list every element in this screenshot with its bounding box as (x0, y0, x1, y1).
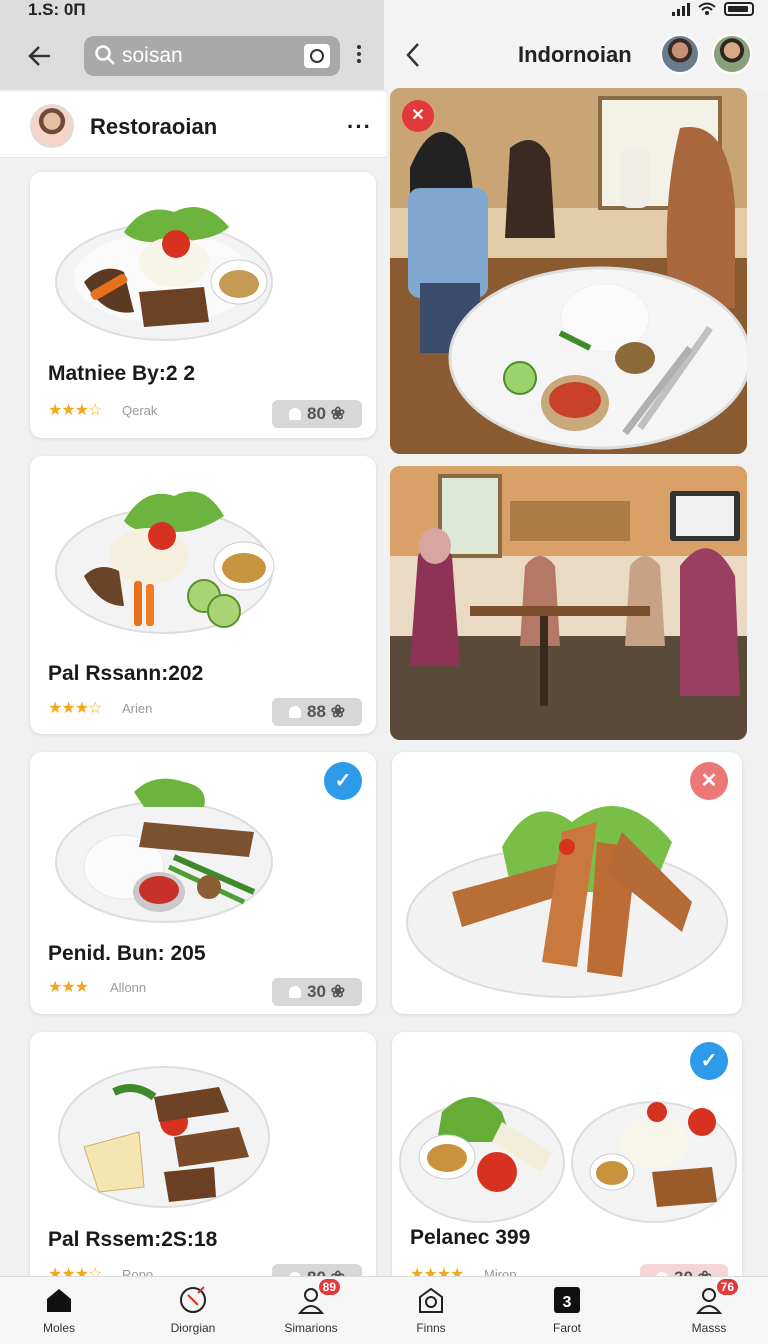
nav-item-simarions[interactable]: 89 Simarions (266, 1279, 356, 1335)
svg-text:3: 3 (563, 1294, 572, 1311)
avatar[interactable] (660, 34, 700, 74)
rating-label: Mirop (484, 1267, 517, 1276)
food-image (399, 1097, 737, 1223)
back-button[interactable] (22, 38, 58, 74)
rating-label: Arien (122, 701, 153, 716)
nav-item-finns[interactable]: Finns (386, 1285, 476, 1335)
nav-label: Moles (42, 1321, 75, 1335)
food-image (55, 491, 275, 634)
profile-name: Restoraoian (90, 114, 218, 139)
battery-icon (724, 2, 754, 16)
nav-label: Diorgian (170, 1321, 216, 1335)
nav-label: Farot (552, 1321, 581, 1335)
nav-label: Simarions (284, 1321, 338, 1335)
rating-stars: ★★★★ (410, 1266, 464, 1276)
camera-search-button[interactable] (304, 44, 330, 68)
nav-label: Masss (691, 1321, 727, 1335)
count-badge[interactable]: 30 ❀ (272, 978, 362, 1006)
rating-label: Allonn (110, 980, 147, 995)
search-text: soisan (122, 44, 183, 67)
avatar[interactable] (712, 34, 752, 74)
user-icon: 89 (296, 1279, 340, 1315)
card-title: Penid. Bun: 205 (48, 942, 206, 965)
food-image (406, 806, 728, 998)
nav-item-moles[interactable]: Moles (14, 1285, 104, 1335)
card-title: Pal Rssem:2S:18 (48, 1228, 218, 1251)
rating-stars: ★★★ (48, 979, 89, 996)
food-card[interactable]: Pal Rssann:202 ★★★☆ Arien 88 ❀ (30, 456, 376, 734)
nav-label: Finns (416, 1321, 446, 1335)
remove-badge[interactable]: ✕ (402, 100, 434, 132)
rating-label: Qerak (122, 403, 158, 418)
status-icons (672, 2, 754, 16)
arrow-left-icon (28, 46, 50, 66)
selected-check-badge[interactable]: ✓ (690, 1042, 728, 1080)
camera-icon (416, 1285, 446, 1315)
card-title: Pal Rssann:202 (48, 662, 204, 685)
count-badge[interactable]: 80 ❀ (272, 1264, 362, 1276)
count-badge[interactable]: 30 ❀ (640, 1264, 728, 1276)
nav-item-farot[interactable]: 3 Farot (522, 1285, 612, 1335)
rating-stars: ★★★☆ (48, 700, 102, 717)
count-badge[interactable]: 80 ❀ (272, 400, 362, 428)
search-icon (95, 45, 115, 65)
more-vertical-icon[interactable] (352, 42, 366, 72)
page-title: Indornoian (518, 42, 632, 67)
restaurant-scene-image (390, 88, 747, 454)
rating-label: Ropo (122, 1267, 154, 1276)
back-button-right[interactable] (404, 38, 424, 75)
food-card[interactable]: ✓ Pelanec 399 ★★★★ Mirop 30 ❀ (392, 1032, 742, 1276)
restaurant-interior-image (390, 466, 747, 740)
wifi-icon (698, 2, 716, 15)
notification-badge: 89 (318, 1279, 340, 1295)
notification-badge: 76 (716, 1279, 738, 1295)
bookmark-icon: 3 (552, 1285, 582, 1315)
nav-item-masss[interactable]: 76 Masss (664, 1279, 754, 1335)
right-header: Indornoian (384, 22, 768, 90)
card-title: Matniee By:2 2 (48, 362, 196, 385)
restaurant-photo[interactable]: ✕ (390, 88, 747, 454)
chevron-left-icon (406, 43, 419, 67)
rating-stars: ★★★☆ (48, 402, 102, 419)
food-image (55, 207, 273, 341)
search-input[interactable]: soisan (84, 36, 340, 76)
nav-item-diorgian[interactable]: Diorgian (148, 1285, 238, 1335)
signal-icon (672, 2, 690, 16)
rating-stars: ★★★☆ (48, 1266, 102, 1276)
profile-avatar (30, 104, 74, 148)
food-card[interactable]: Pal Rssem:2S:18 ★★★☆ Ropo 80 ❀ (30, 1032, 376, 1276)
food-image (58, 1066, 270, 1208)
status-time: 1.S: 0Π (28, 0, 86, 19)
food-image (55, 778, 273, 923)
restaurant-profile-row[interactable]: Restoraoian ··· (0, 92, 386, 158)
food-card[interactable]: Matniee By:2 2 ★★★☆ Qerak 80 ❀ (30, 172, 376, 438)
card-title: Pelanec 399 (410, 1226, 531, 1249)
remove-badge[interactable]: ✕ (690, 762, 728, 800)
status-bar: 1.S: 0Π (0, 0, 768, 22)
bottom-navigation: Moles Diorgian 89 Simarions Finns 3 Faro… (0, 1276, 768, 1344)
user-icon: 76 (694, 1279, 738, 1315)
home-icon (44, 1285, 74, 1315)
more-options-button[interactable]: ··· (347, 114, 372, 140)
food-card-image-only[interactable]: ✕ (392, 752, 742, 1014)
restaurant-photo[interactable] (390, 466, 747, 740)
food-card[interactable]: ✓ Penid. Bun: 205 ★★★ Allonn 30 ❀ (30, 752, 376, 1014)
left-header: soisan (0, 22, 384, 90)
count-badge[interactable]: 88 ❀ (272, 698, 362, 726)
cutlery-icon (178, 1285, 208, 1315)
selected-check-badge[interactable]: ✓ (324, 762, 362, 800)
